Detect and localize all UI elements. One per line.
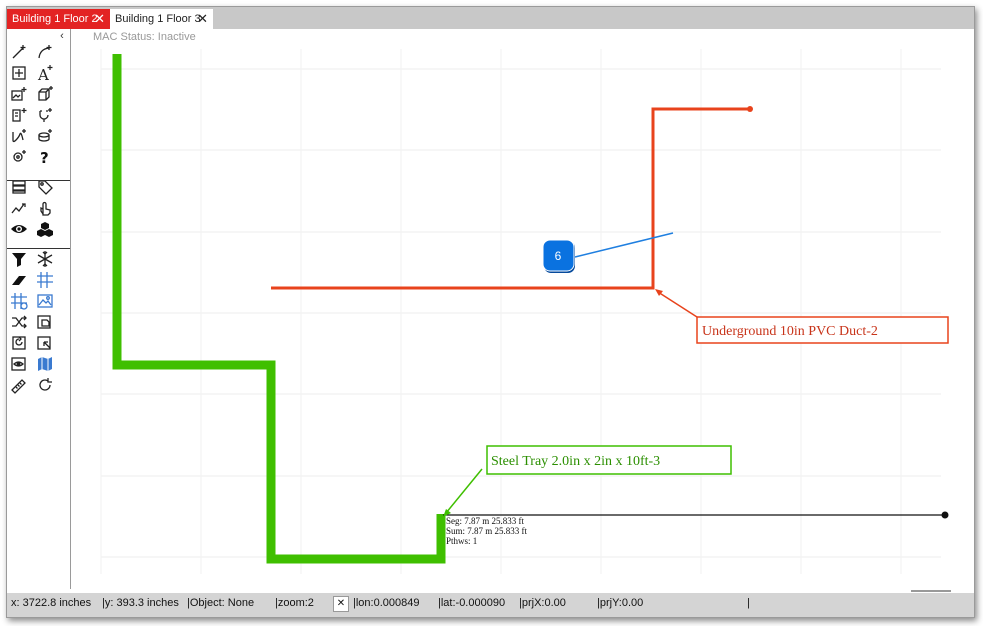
tray-label: Steel Tray 2.0in x 2in x 10ft-3 [491,454,660,469]
move-icon[interactable] [10,64,28,82]
status-lat: |lat:-0.000090 [438,597,506,609]
measure-endpoint[interactable] [941,511,949,519]
export-object-icon[interactable] [36,313,54,331]
select-object-icon[interactable] [36,334,54,352]
marker-badge[interactable]: 6 [542,239,575,273]
add-box-icon[interactable] [36,85,54,103]
pvc-duct-endpoint[interactable] [747,106,753,112]
pan-hand-icon[interactable] [36,199,54,217]
draw-line-icon[interactable] [10,43,28,61]
measure-sum-label: Sum: 7.87 m 25.833 ft [446,526,528,536]
pvc-duct-run[interactable] [271,107,750,290]
status-y: |y: 393.3 inches [102,597,179,609]
trace-icon[interactable] [10,199,28,217]
status-prjx: |prjX:0.00 [519,597,566,609]
blue-connector-line [574,232,674,258]
rotate-object-icon[interactable] [10,334,28,352]
grid-lines [100,49,941,574]
tab-label: Building 1 Floor 2 [12,13,98,25]
svg-text:A: A [37,66,49,82]
objects-icon[interactable] [36,220,54,238]
tab-label: Building 1 Floor 3 [115,13,201,25]
help-icon[interactable]: ? [36,148,54,166]
svg-text:?: ? [40,149,49,166]
status-x: x: 3722.8 inches [11,597,92,609]
tab-building1-floor3[interactable]: Building 1 Floor 3 ✕ [110,9,213,29]
refresh-icon[interactable] [36,376,54,394]
status-zoom: |zoom:2 [275,597,314,609]
map-icon[interactable] [36,355,54,373]
tray-callout[interactable]: Steel Tray 2.0in x 2in x 10ft-3 [443,445,732,517]
eraser-icon[interactable] [10,271,28,289]
status-prjy: |prjY:0.00 [597,597,644,609]
grid-icon[interactable] [36,271,54,289]
duct-label: Underground 10in PVC Duct-2 [702,324,878,339]
background-image-icon[interactable] [36,292,54,310]
add-rack-icon[interactable] [10,106,28,124]
add-text-icon[interactable]: A [36,64,54,82]
toolbar-divider [7,248,70,249]
grid-settings-icon[interactable] [10,292,28,310]
zoom-reset-button[interactable]: ✕ [333,596,349,612]
tab-building1-floor2[interactable]: Building 1 Floor 2 ✕ [7,9,110,29]
mac-status: MAC Status: Inactive [93,31,196,43]
measure-pathways-label: Pthws: 1 [446,536,477,546]
drawing-surface: 6 Seg: 7.87 m 25.833 ft Sum: 7.87 m 25.8… [100,49,949,574]
marker-number: 6 [555,249,562,263]
toolbar-divider [7,180,70,181]
horizontal-scrollbar[interactable] [911,590,951,592]
measure-icon[interactable] [10,376,28,394]
add-location-icon[interactable] [10,148,28,166]
snowflake-icon[interactable] [36,250,54,268]
add-connector-icon[interactable] [36,106,54,124]
add-path-icon[interactable] [10,127,28,145]
drawing-toolbar: ‹ A? [7,29,71,589]
status-bar: x: 3722.8 inches |y: 393.3 inches |Objec… [7,593,974,617]
tab-bar: Building 1 Floor 2 ✕ Building 1 Floor 3 … [7,7,974,29]
view-icon[interactable] [10,355,28,373]
shuffle-icon[interactable] [10,313,28,331]
collapse-toolbar-button[interactable]: ‹ [57,30,67,42]
visibility-icon[interactable] [10,220,28,238]
measure-seg-label: Seg: 7.87 m 25.833 ft [446,516,524,526]
status-separator: | [747,597,750,609]
add-image-icon[interactable] [10,85,28,103]
add-cylinder-icon[interactable] [36,127,54,145]
steel-tray-run[interactable] [112,54,446,564]
status-lon: |lon:0.000849 [353,597,420,609]
status-object: |Object: None [187,597,255,609]
tab-close-icon[interactable]: ✕ [94,9,105,29]
filter-icon[interactable] [10,250,28,268]
tab-close-icon[interactable]: ✕ [197,9,208,29]
map-canvas[interactable]: 6 Seg: 7.87 m 25.833 ft Sum: 7.87 m 25.8… [71,29,974,589]
draw-arc-icon[interactable] [36,43,54,61]
app-window: Building 1 Floor 2 ✕ Building 1 Floor 3 … [6,6,975,618]
